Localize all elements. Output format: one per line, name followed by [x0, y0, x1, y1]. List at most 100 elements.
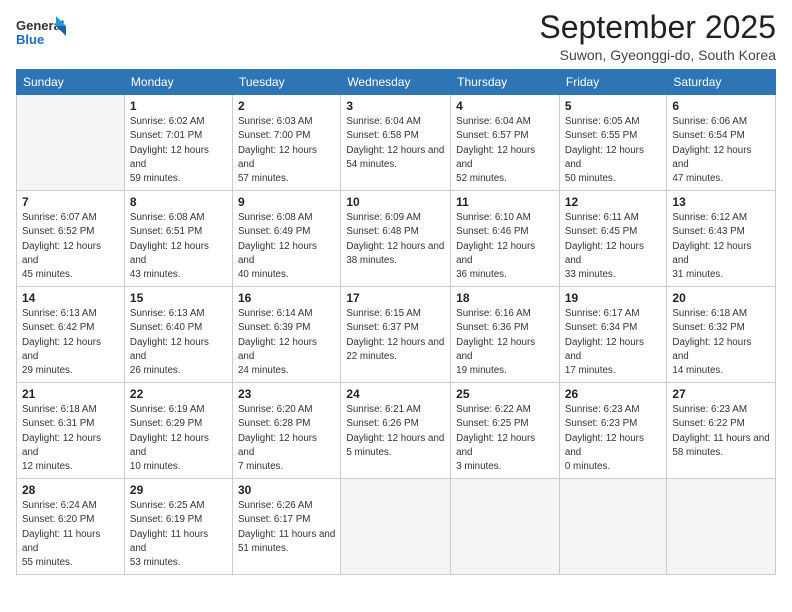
- day-info: Sunrise: 6:24 AMSunset: 6:20 PMDaylight:…: [22, 499, 119, 570]
- calendar-cell: 22 Sunrise: 6:19 AMSunset: 6:29 PMDayligh…: [124, 383, 232, 479]
- day-info: Sunrise: 6:14 AMSunset: 6:39 PMDaylight:…: [238, 307, 335, 378]
- calendar-cell: [341, 479, 451, 575]
- logo-svg: General Blue: [16, 14, 66, 56]
- calendar-cell: 9 Sunrise: 6:08 AMSunset: 6:49 PMDaylight…: [232, 191, 340, 287]
- calendar-week-row: 7 Sunrise: 6:07 AMSunset: 6:52 PMDaylight…: [17, 191, 776, 287]
- day-info: Sunrise: 6:11 AMSunset: 6:45 PMDaylight:…: [565, 211, 662, 282]
- day-number: 27: [672, 387, 770, 401]
- day-number: 7: [22, 195, 119, 209]
- calendar-cell: [559, 479, 667, 575]
- day-number: 15: [130, 291, 227, 305]
- day-number: 26: [565, 387, 662, 401]
- calendar-cell: 5 Sunrise: 6:05 AMSunset: 6:55 PMDaylight…: [559, 95, 667, 191]
- day-info: Sunrise: 6:02 AMSunset: 7:01 PMDaylight:…: [130, 115, 227, 186]
- day-number: 16: [238, 291, 335, 305]
- day-info: Sunrise: 6:07 AMSunset: 6:52 PMDaylight:…: [22, 211, 119, 282]
- weekday-header-wednesday: Wednesday: [341, 70, 451, 95]
- page: General Blue September 2025 Suwon, Gyeon…: [0, 0, 792, 585]
- calendar-cell: [667, 479, 776, 575]
- weekday-header-row: SundayMondayTuesdayWednesdayThursdayFrid…: [17, 70, 776, 95]
- calendar-cell: 15Sunrise: 6:13 AMSunset: 6:40 PMDayligh…: [124, 287, 232, 383]
- day-info: Sunrise: 6:08 AMSunset: 6:49 PMDaylight:…: [238, 211, 335, 282]
- calendar-week-row: 21 Sunrise: 6:18 AMSunset: 6:31 PMDayligh…: [17, 383, 776, 479]
- day-number: 21: [22, 387, 119, 401]
- day-info: Sunrise: 6:03 AMSunset: 7:00 PMDaylight:…: [238, 115, 335, 186]
- day-number: 29: [130, 483, 227, 497]
- day-number: 12: [565, 195, 662, 209]
- day-number: 13: [672, 195, 770, 209]
- day-info: Sunrise: 6:06 AMSunset: 6:54 PMDaylight:…: [672, 115, 770, 186]
- calendar-cell: 10Sunrise: 6:09 AMSunset: 6:48 PMDayligh…: [341, 191, 451, 287]
- calendar-cell: 7 Sunrise: 6:07 AMSunset: 6:52 PMDaylight…: [17, 191, 125, 287]
- day-number: 9: [238, 195, 335, 209]
- weekday-header-thursday: Thursday: [451, 70, 560, 95]
- day-number: 5: [565, 99, 662, 113]
- day-number: 4: [456, 99, 554, 113]
- calendar-cell: 20Sunrise: 6:18 AMSunset: 6:32 PMDayligh…: [667, 287, 776, 383]
- calendar-cell: 26 Sunrise: 6:23 AMSunset: 6:23 PMDayligh…: [559, 383, 667, 479]
- day-number: 18: [456, 291, 554, 305]
- day-number: 17: [346, 291, 445, 305]
- month-title: September 2025: [539, 10, 776, 45]
- calendar-cell: 21 Sunrise: 6:18 AMSunset: 6:31 PMDayligh…: [17, 383, 125, 479]
- calendar-cell: 23Sunrise: 6:20 AMSunset: 6:28 PMDayligh…: [232, 383, 340, 479]
- calendar-cell: [17, 95, 125, 191]
- day-info: Sunrise: 6:21 AMSunset: 6:26 PMDaylight:…: [346, 403, 445, 460]
- weekday-header-sunday: Sunday: [17, 70, 125, 95]
- calendar-cell: 28 Sunrise: 6:24 AMSunset: 6:20 PMDayligh…: [17, 479, 125, 575]
- day-number: 22: [130, 387, 227, 401]
- logo: General Blue: [16, 14, 66, 56]
- day-info: Sunrise: 6:08 AMSunset: 6:51 PMDaylight:…: [130, 211, 227, 282]
- calendar-cell: 1 Sunrise: 6:02 AMSunset: 7:01 PMDaylight…: [124, 95, 232, 191]
- calendar-cell: 30 Sunrise: 6:26 AMSunset: 6:17 PMDayligh…: [232, 479, 340, 575]
- calendar-cell: 24 Sunrise: 6:21 AMSunset: 6:26 PMDayligh…: [341, 383, 451, 479]
- day-number: 11: [456, 195, 554, 209]
- calendar-cell: 18 Sunrise: 6:16 AMSunset: 6:36 PMDayligh…: [451, 287, 560, 383]
- day-info: Sunrise: 6:15 AMSunset: 6:37 PMDaylight:…: [346, 307, 445, 364]
- day-number: 28: [22, 483, 119, 497]
- day-info: Sunrise: 6:17 AMSunset: 6:34 PMDaylight:…: [565, 307, 662, 378]
- calendar-cell: 13 Sunrise: 6:12 AMSunset: 6:43 PMDayligh…: [667, 191, 776, 287]
- day-info: Sunrise: 6:20 AMSunset: 6:28 PMDaylight:…: [238, 403, 335, 474]
- title-area: September 2025 Suwon, Gyeonggi-do, South…: [539, 10, 776, 63]
- day-info: Sunrise: 6:16 AMSunset: 6:36 PMDaylight:…: [456, 307, 554, 378]
- day-info: Sunrise: 6:04 AMSunset: 6:58 PMDaylight:…: [346, 115, 445, 172]
- calendar-cell: 4Sunrise: 6:04 AMSunset: 6:57 PMDaylight…: [451, 95, 560, 191]
- weekday-header-saturday: Saturday: [667, 70, 776, 95]
- calendar-week-row: 14 Sunrise: 6:13 AMSunset: 6:42 PMDayligh…: [17, 287, 776, 383]
- day-number: 30: [238, 483, 335, 497]
- calendar-cell: 14 Sunrise: 6:13 AMSunset: 6:42 PMDayligh…: [17, 287, 125, 383]
- day-info: Sunrise: 6:13 AMSunset: 6:42 PMDaylight:…: [22, 307, 119, 378]
- weekday-header-monday: Monday: [124, 70, 232, 95]
- day-info: Sunrise: 6:18 AMSunset: 6:32 PMDaylight:…: [672, 307, 770, 378]
- calendar-cell: 16 Sunrise: 6:14 AMSunset: 6:39 PMDayligh…: [232, 287, 340, 383]
- day-number: 14: [22, 291, 119, 305]
- day-info: Sunrise: 6:23 AMSunset: 6:23 PMDaylight:…: [565, 403, 662, 474]
- day-info: Sunrise: 6:22 AMSunset: 6:25 PMDaylight:…: [456, 403, 554, 474]
- day-number: 25: [456, 387, 554, 401]
- calendar-cell: 17 Sunrise: 6:15 AMSunset: 6:37 PMDayligh…: [341, 287, 451, 383]
- calendar-cell: 3Sunrise: 6:04 AMSunset: 6:58 PMDaylight…: [341, 95, 451, 191]
- day-number: 10: [346, 195, 445, 209]
- calendar-week-row: 28 Sunrise: 6:24 AMSunset: 6:20 PMDayligh…: [17, 479, 776, 575]
- calendar-cell: 29Sunrise: 6:25 AMSunset: 6:19 PMDayligh…: [124, 479, 232, 575]
- day-number: 2: [238, 99, 335, 113]
- location-subtitle: Suwon, Gyeonggi-do, South Korea: [539, 47, 776, 63]
- day-info: Sunrise: 6:12 AMSunset: 6:43 PMDaylight:…: [672, 211, 770, 282]
- calendar-cell: 8 Sunrise: 6:08 AMSunset: 6:51 PMDaylight…: [124, 191, 232, 287]
- calendar-cell: 25 Sunrise: 6:22 AMSunset: 6:25 PMDayligh…: [451, 383, 560, 479]
- day-info: Sunrise: 6:19 AMSunset: 6:29 PMDaylight:…: [130, 403, 227, 474]
- calendar-cell: 11Sunrise: 6:10 AMSunset: 6:46 PMDayligh…: [451, 191, 560, 287]
- calendar-cell: [451, 479, 560, 575]
- day-info: Sunrise: 6:18 AMSunset: 6:31 PMDaylight:…: [22, 403, 119, 474]
- calendar-table: SundayMondayTuesdayWednesdayThursdayFrid…: [16, 69, 776, 575]
- header: General Blue September 2025 Suwon, Gyeon…: [16, 10, 776, 63]
- day-number: 8: [130, 195, 227, 209]
- day-number: 1: [130, 99, 227, 113]
- calendar-cell: 19Sunrise: 6:17 AMSunset: 6:34 PMDayligh…: [559, 287, 667, 383]
- day-info: Sunrise: 6:05 AMSunset: 6:55 PMDaylight:…: [565, 115, 662, 186]
- day-number: 24: [346, 387, 445, 401]
- weekday-header-tuesday: Tuesday: [232, 70, 340, 95]
- day-info: Sunrise: 6:26 AMSunset: 6:17 PMDaylight:…: [238, 499, 335, 556]
- calendar-cell: 2 Sunrise: 6:03 AMSunset: 7:00 PMDaylight…: [232, 95, 340, 191]
